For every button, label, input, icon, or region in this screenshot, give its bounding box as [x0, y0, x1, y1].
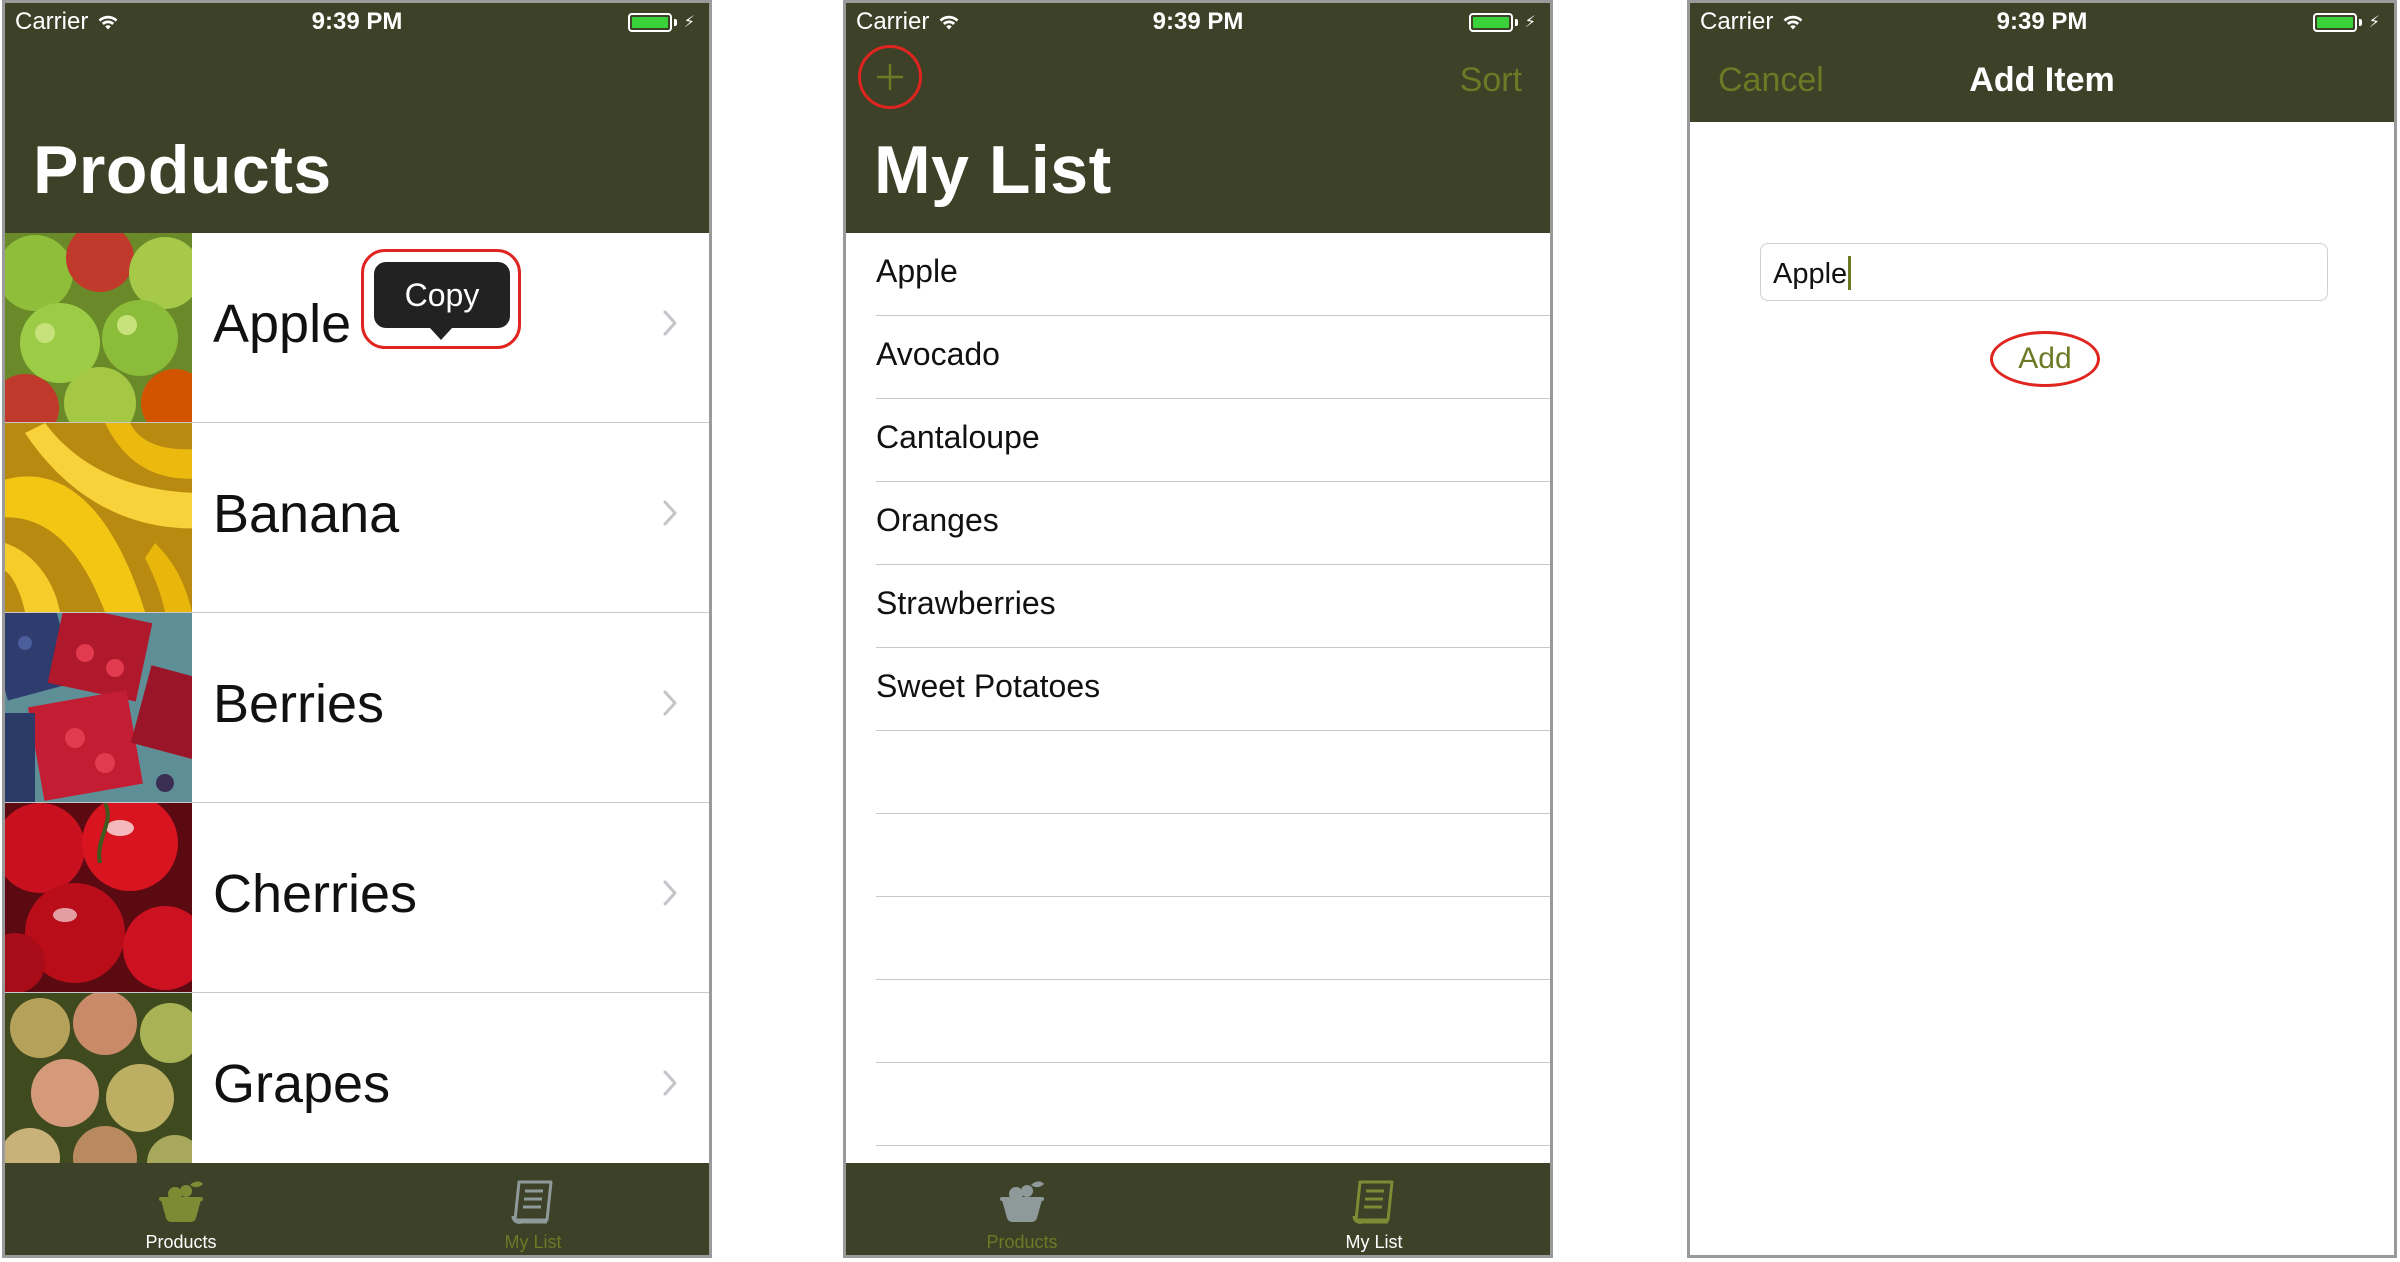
- product-row-berries[interactable]: Berries: [5, 613, 709, 803]
- tab-my-list[interactable]: My List: [357, 1163, 709, 1255]
- charging-bolt-icon: ⚡: [1524, 14, 1536, 31]
- tab-products[interactable]: Products: [846, 1163, 1198, 1255]
- product-list: Apple Copy Banana Berries Cherries Grape…: [5, 233, 709, 1182]
- grapes-photo: [5, 993, 192, 1182]
- shopping-list: Apple Avocado Cantaloupe Oranges Strawbe…: [846, 233, 1550, 1146]
- list-icon: [1348, 1176, 1400, 1228]
- product-name: Berries: [213, 674, 385, 734]
- empty-row: [876, 980, 1550, 1063]
- product-row-banana[interactable]: Banana: [5, 423, 709, 613]
- chevron-right-icon: [661, 688, 679, 718]
- text-cursor: [1848, 256, 1852, 290]
- my-list-screen: Carrier 9:39 PM ⚡ Sort My List Apple Avo…: [843, 0, 1553, 1258]
- fruit-basket-icon: [155, 1176, 207, 1228]
- tab-products[interactable]: Products: [5, 1163, 357, 1255]
- empty-row: [876, 731, 1550, 814]
- bananas-photo: [5, 423, 192, 612]
- list-item[interactable]: Avocado: [876, 316, 1550, 399]
- list-item[interactable]: Cantaloupe: [876, 399, 1550, 482]
- page-title: Products: [33, 132, 332, 208]
- product-row-grapes[interactable]: Grapes: [5, 993, 709, 1182]
- copy-button[interactable]: Copy: [374, 262, 510, 328]
- tab-my-list[interactable]: My List: [1198, 1163, 1550, 1255]
- list-item[interactable]: Apple: [876, 233, 1550, 316]
- page-title: My List: [874, 132, 1112, 208]
- product-name: Cherries: [213, 864, 418, 924]
- page-title: Add Item: [1969, 61, 2115, 99]
- product-row-apple[interactable]: Apple Copy: [5, 233, 709, 423]
- copy-menu-highlight: Copy: [361, 249, 521, 349]
- charging-bolt-icon: ⚡: [2368, 14, 2380, 31]
- add-item-screen: Carrier 9:39 PM ⚡ Cancel Add Item Apple …: [1687, 0, 2397, 1258]
- list-item[interactable]: Sweet Potatoes: [876, 648, 1550, 731]
- product-name: Banana: [213, 484, 400, 544]
- list-item[interactable]: Oranges: [876, 482, 1550, 565]
- apples-photo: [5, 233, 192, 422]
- status-time: 9:39 PM: [311, 8, 403, 35]
- chevron-right-icon: [661, 498, 679, 528]
- chevron-right-icon: [661, 308, 679, 338]
- chevron-right-icon: [661, 1068, 679, 1098]
- add-button[interactable]: [858, 45, 922, 109]
- chevron-right-icon: [661, 878, 679, 908]
- list-item[interactable]: Strawberries: [876, 565, 1550, 648]
- status-time: 9:39 PM: [1996, 8, 2088, 35]
- list-icon: [507, 1176, 559, 1228]
- plus-icon: [877, 64, 903, 90]
- berries-photo: [5, 613, 192, 802]
- fruit-basket-icon: [996, 1176, 1048, 1228]
- battery-icon: ⚡: [1468, 12, 1536, 32]
- cherries-photo: [5, 803, 192, 992]
- status-bar: Carrier 9:39 PM ⚡: [1690, 3, 2394, 43]
- navigation-bar: Carrier 9:39 PM ⚡ Cancel Add Item: [1690, 3, 2394, 122]
- tab-bar: Products My List: [5, 1163, 709, 1255]
- product-name: Apple: [213, 294, 352, 354]
- item-name-input[interactable]: Apple: [1760, 243, 2328, 301]
- product-row-cherries[interactable]: Cherries: [5, 803, 709, 993]
- empty-row: [876, 1063, 1550, 1146]
- add-item-button[interactable]: Add: [1990, 331, 2100, 387]
- battery-icon: ⚡: [2312, 12, 2380, 32]
- status-bar: Carrier 9:39 PM ⚡: [5, 3, 709, 43]
- navigation-bar: Carrier 9:39 PM ⚡ Products: [5, 3, 709, 233]
- navigation-bar: Carrier 9:39 PM ⚡ Sort My List: [846, 3, 1550, 233]
- sort-button[interactable]: Sort: [1460, 61, 1522, 100]
- input-value: Apple: [1773, 258, 1848, 290]
- empty-row: [876, 897, 1550, 980]
- products-screen: Carrier 9:39 PM ⚡ Products Apple Copy Ba…: [2, 0, 712, 1258]
- product-name: Grapes: [213, 1054, 391, 1114]
- charging-bolt-icon: ⚡: [683, 14, 695, 31]
- empty-row: [876, 814, 1550, 897]
- status-bar: Carrier 9:39 PM ⚡: [846, 3, 1550, 43]
- tab-bar: Products My List: [846, 1163, 1550, 1255]
- battery-icon: ⚡: [627, 12, 695, 32]
- status-time: 9:39 PM: [1152, 8, 1244, 35]
